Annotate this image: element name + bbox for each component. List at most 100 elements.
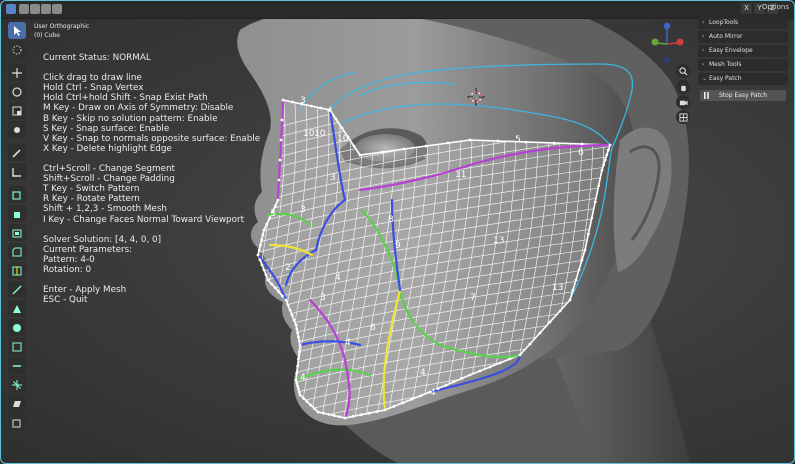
sidebar-panel: › LoopTools › Auto Mirror › Easy Envelope ›… — [698, 17, 788, 87]
gizmo-neg-z[interactable] — [664, 57, 670, 63]
camera-view-button[interactable] — [676, 95, 690, 109]
transform-tool[interactable] — [8, 121, 26, 138]
rotate-tool[interactable] — [8, 83, 26, 100]
vertex-dot — [452, 380, 456, 384]
vertex-dot — [446, 141, 450, 145]
view-name-label: User Orthographic — [34, 23, 90, 30]
select-mode-face-icon[interactable] — [41, 4, 51, 14]
poly-build-icon — [13, 304, 21, 313]
select-tool[interactable] — [8, 22, 26, 39]
vertex-dot — [296, 384, 299, 388]
vertex-dot — [278, 158, 282, 162]
gizmo-x-axis[interactable] — [676, 38, 684, 46]
vertex-dot — [380, 150, 384, 154]
vertex-dot — [284, 298, 288, 302]
spin-tool[interactable] — [8, 319, 26, 336]
vertex-dot — [292, 318, 296, 322]
vertex-dot — [574, 278, 578, 282]
editor-type-icon[interactable] — [6, 4, 16, 14]
add-cube-tool[interactable] — [8, 186, 26, 203]
bevel-tool[interactable] — [8, 243, 26, 260]
loop-cut-tool[interactable] — [8, 262, 26, 279]
vertex-dot — [296, 364, 299, 368]
instruction-line: X Key - Delete highlight Edge — [43, 143, 172, 154]
vertex-dot — [273, 286, 277, 290]
vertex-dot — [273, 204, 277, 208]
poly-build-tool[interactable] — [8, 300, 26, 317]
panel-auto-mirror[interactable]: › Auto Mirror — [698, 31, 788, 43]
segment-count-label: 11 — [455, 170, 466, 180]
move-tool[interactable] — [8, 64, 26, 81]
vertex-dot — [488, 365, 492, 369]
vertex-dot — [294, 323, 298, 327]
segment-count-label: 4 — [327, 106, 333, 116]
inset-tool[interactable] — [8, 224, 26, 241]
measure-tool[interactable] — [8, 163, 26, 180]
knife-tool[interactable] — [8, 281, 26, 298]
annotate-tool[interactable] — [8, 144, 26, 161]
instruction-line: Ctrl+Scroll - Change Segment — [43, 164, 175, 175]
magnifier-icon — [678, 66, 688, 76]
ortho-toggle-button[interactable] — [676, 110, 690, 124]
extrude-tool[interactable] — [8, 205, 26, 222]
instruction-line: S Key - Snap surface: Enable — [43, 123, 170, 134]
panel-easy-envelope[interactable]: › Easy Envelope — [698, 45, 788, 57]
vertex-dot — [297, 335, 300, 339]
vertex-dot — [313, 407, 316, 410]
vertex-dot — [262, 228, 266, 232]
vertex-dot — [444, 383, 448, 387]
vertex-dot — [319, 106, 322, 110]
pan-view-button[interactable] — [676, 80, 690, 94]
select-mode-extra-icon[interactable] — [52, 4, 62, 14]
stop-easy-patch-button[interactable]: Stop Easy Patch — [700, 90, 786, 101]
select-mode-vertex-icon[interactable] — [19, 4, 29, 14]
select-mode-edge-icon[interactable] — [30, 4, 40, 14]
gizmo-y-axis[interactable] — [651, 38, 659, 46]
vertex-dot — [288, 308, 292, 312]
cursor-tool[interactable] — [8, 41, 26, 58]
scale-tool[interactable] — [8, 102, 26, 119]
shear-tool[interactable] — [8, 395, 26, 412]
segment-count-label: 4 — [430, 388, 436, 398]
vertex-dot — [281, 98, 285, 102]
zoom-view-button[interactable] — [676, 64, 690, 78]
instruction-line: B Key - Skip no solution pattern: Enable — [43, 113, 218, 124]
rip-tool[interactable] — [8, 414, 26, 431]
vertex-dot — [593, 200, 597, 204]
ruler-icon — [12, 167, 21, 177]
vertex-dot — [436, 387, 440, 390]
vertex-dot — [322, 411, 325, 415]
segment-count-label: 8 — [388, 215, 394, 225]
status-line: Current Status: NORMAL — [43, 53, 151, 63]
vertex-dot — [401, 401, 405, 405]
shrink-fatten-tool[interactable] — [8, 376, 26, 393]
vertex-dot — [524, 140, 528, 144]
options-menu[interactable]: Options — [762, 3, 789, 11]
mirror-x-toggle[interactable]: X — [741, 3, 752, 14]
panel-mesh-tools[interactable]: › Mesh Tools — [698, 59, 788, 71]
vertex-dot — [260, 238, 263, 242]
vertex-dot — [571, 288, 575, 292]
instruction-line: Hold Ctrl+hold Shift - Snap Exist Path — [43, 93, 208, 104]
segment-count-label: 10 — [337, 134, 349, 144]
vertex-dot — [538, 331, 542, 335]
panel-looptools[interactable]: › LoopTools — [698, 17, 788, 29]
gizmo-z-axis[interactable] — [663, 22, 671, 30]
navigation-gizmo[interactable] — [645, 20, 690, 70]
vertex-dot — [351, 415, 355, 418]
smooth-tool[interactable] — [8, 338, 26, 355]
vertex-dot — [607, 148, 610, 152]
vertex-dot — [297, 350, 301, 354]
vertex-dot — [279, 138, 283, 142]
instruction-line: V Key - Snap to normals opposite surface… — [43, 133, 261, 144]
vertex-dot — [548, 320, 552, 324]
vertex-dot — [600, 168, 604, 172]
edge-slide-tool[interactable] — [8, 357, 26, 374]
segment-count-label: 10 — [314, 129, 326, 139]
vertex-dot — [265, 222, 269, 226]
panel-easy-patch[interactable]: ⌄ Easy Patch — [698, 73, 788, 85]
segment-count-label: 3 — [320, 293, 326, 303]
instruction-line: I Key - Change Faces Normal Toward Viewp… — [43, 214, 245, 225]
rotate-icon — [12, 86, 22, 97]
vertex-dot — [552, 141, 556, 145]
